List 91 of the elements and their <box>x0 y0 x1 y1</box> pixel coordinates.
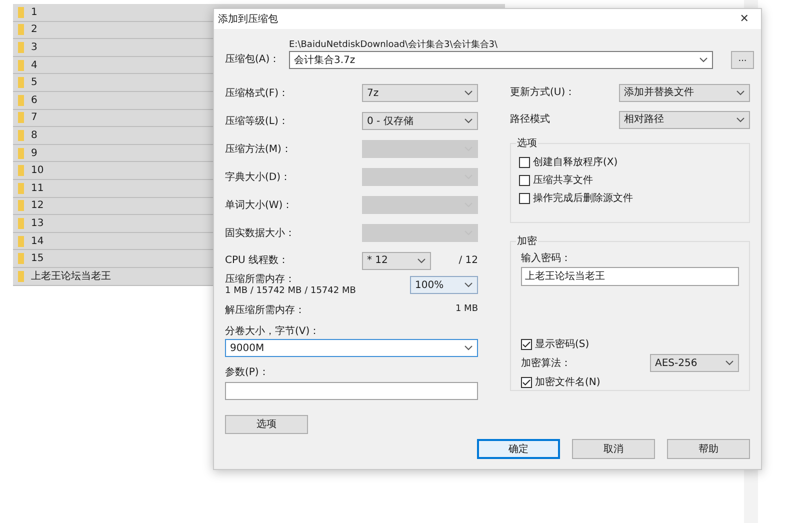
folder-name: 4 <box>31 58 38 73</box>
memory-value: 1 MB <box>455 303 478 316</box>
folder-name: 14 <box>31 234 44 249</box>
folder-name: 13 <box>31 216 44 231</box>
field-label: 压缩格式(F)： <box>225 86 289 100</box>
memory-usage: 1 MB / 15742 MB / 15742 MB <box>225 286 356 296</box>
checkbox[interactable] <box>519 192 530 204</box>
folder-icon <box>18 148 24 159</box>
chevron-down-icon <box>417 258 426 264</box>
folder-name: 15 <box>31 252 44 266</box>
checkbox-label: 显示密码(S) <box>535 338 590 352</box>
chevron-down-icon <box>464 345 473 351</box>
checkmark-icon <box>522 378 531 386</box>
chevron-down-icon <box>725 360 734 366</box>
chevron-down-icon <box>736 116 745 122</box>
dropdown[interactable]: 会计集合3.7z <box>289 51 713 69</box>
dropdown[interactable]: 9000M <box>225 339 478 357</box>
folder-icon <box>18 200 24 212</box>
folder-icon <box>18 6 24 18</box>
close-button[interactable]: ✕ <box>740 10 749 28</box>
folder-name: 1 <box>31 6 38 20</box>
chevron-down-icon <box>464 282 473 288</box>
checkbox[interactable] <box>521 376 532 388</box>
folder-icon <box>18 60 24 71</box>
options-button[interactable]: 选项 <box>225 415 308 434</box>
checkbox[interactable] <box>519 156 530 168</box>
folder-icon <box>18 94 24 106</box>
dropdown[interactable]: * 12 <box>362 252 431 270</box>
password-field[interactable]: 上老王论坛当老王 <box>521 267 739 286</box>
folder-name: 6 <box>31 94 38 108</box>
folder-name: 上老王论坛当老王 <box>31 270 111 284</box>
field-label: 路径模式 <box>510 112 550 127</box>
thread-total: / 12 <box>458 254 478 268</box>
folder-name: 10 <box>31 164 44 178</box>
dialog-button[interactable]: 取消 <box>572 439 655 459</box>
folder-icon <box>18 236 24 247</box>
checkbox-label: 操作完成后删除源文件 <box>533 192 633 206</box>
folder-name: 3 <box>31 40 38 55</box>
field-label: 字典大小(D)： <box>225 170 291 184</box>
folder-icon <box>18 130 24 141</box>
chevron-down-icon <box>464 118 473 124</box>
folder-name: 8 <box>31 128 38 143</box>
chevron-down-icon <box>464 90 473 96</box>
folder-name: 7 <box>31 111 38 126</box>
field-label: 参数(P)： <box>225 366 270 379</box>
field-label: 压缩所需内存： <box>225 274 296 286</box>
field-label: 压缩方法(M)： <box>225 142 292 156</box>
folder-name: 11 <box>31 182 44 196</box>
chevron-down-icon <box>699 57 708 63</box>
chevron-down-icon <box>736 90 745 96</box>
checkbox[interactable] <box>519 174 530 186</box>
folder-icon <box>18 77 24 88</box>
field-label: 更新方式(U)： <box>510 86 576 100</box>
field-label: 加密算法： <box>521 356 571 370</box>
folder-icon <box>18 218 24 229</box>
folder-icon <box>18 165 24 176</box>
browse-button[interactable]: ... <box>731 51 754 69</box>
folder-name: 5 <box>31 76 38 90</box>
folder-icon <box>18 253 24 264</box>
folder-name: 9 <box>31 146 38 161</box>
folder-icon <box>18 112 24 124</box>
field-label: 解压缩所需内存： <box>225 304 305 318</box>
folder-icon <box>18 24 24 36</box>
folder-icon <box>18 42 24 53</box>
field-label: 压缩包(A)： <box>225 52 281 67</box>
folder-name: 12 <box>31 199 44 214</box>
parameters-field[interactable] <box>225 382 478 400</box>
field-label: 输入密码： <box>521 252 572 264</box>
dropdown[interactable]: 0 - 仅存储 <box>362 112 478 130</box>
dropdown[interactable]: 7z <box>362 84 478 102</box>
field-label: 固实数据大小： <box>225 226 295 240</box>
folder-name: 2 <box>31 23 38 38</box>
field-label: 单词大小(W)： <box>225 198 293 212</box>
dropdown[interactable]: AES-256 <box>650 354 739 372</box>
checkbox-label: 创建自释放程序(X) <box>533 156 618 170</box>
dropdown[interactable]: 添加并替换文件 <box>619 84 750 102</box>
dialog-button[interactable]: 确定 <box>477 439 560 459</box>
field-label: CPU 线程数： <box>225 254 290 268</box>
dropdown[interactable]: 100% <box>410 276 478 294</box>
folder-icon <box>18 182 24 194</box>
field-label: 分卷大小，字节(V)： <box>225 324 321 338</box>
checkbox-label: 加密文件名(N) <box>535 376 600 390</box>
dropdown[interactable]: 相对路径 <box>619 110 750 128</box>
folder-icon <box>18 270 24 282</box>
checkbox[interactable] <box>521 338 532 350</box>
checkbox-label: 压缩共享文件 <box>533 174 593 188</box>
archive-path: E:\BaiduNetdiskDownload\会计集合3\会计集合3\ <box>289 39 499 51</box>
checkmark-icon <box>522 340 531 348</box>
field-label: 压缩等级(L)： <box>225 114 288 128</box>
dialog-button[interactable]: 帮助 <box>667 439 750 459</box>
window-title: 添加到压缩包 <box>218 12 278 26</box>
